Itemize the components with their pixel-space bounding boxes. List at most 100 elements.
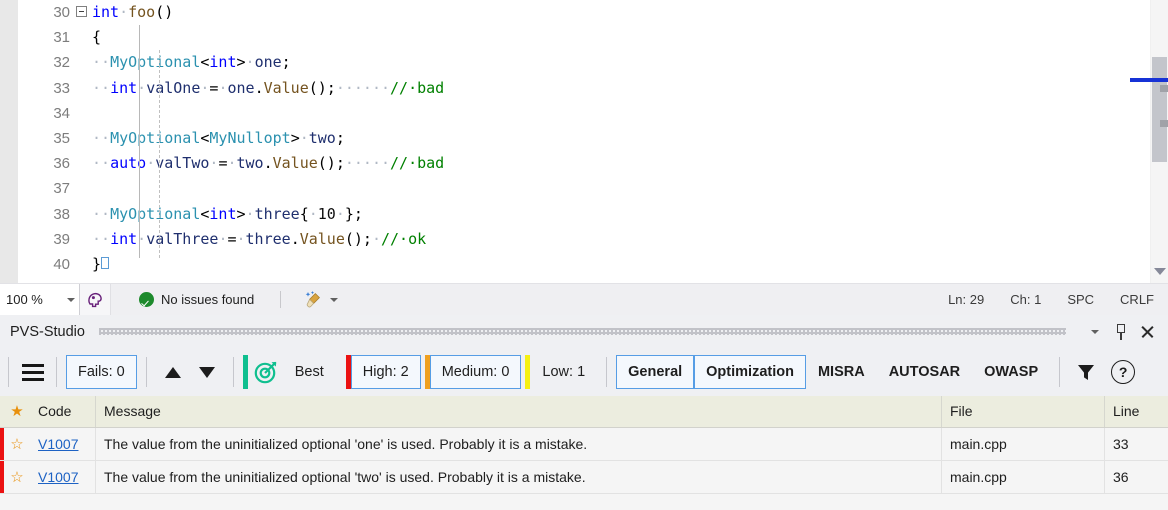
- diagnostic-code-link[interactable]: V1007: [38, 469, 78, 485]
- pvs-studio-panel: PVS-Studio Fails: 0: [0, 315, 1168, 510]
- code-text: ··MyOptional<int>·one;: [92, 53, 291, 71]
- editor-vertical-scrollbar[interactable]: [1150, 0, 1168, 283]
- row-line-cell[interactable]: 36: [1105, 461, 1165, 493]
- panel-pin-button[interactable]: [1108, 319, 1134, 345]
- row-file-cell[interactable]: main.cpp: [942, 428, 1105, 460]
- code-text: {: [92, 28, 101, 46]
- misra-filter-button[interactable]: MISRA: [806, 355, 877, 389]
- row-message-cell[interactable]: The value from the uninitialized optiona…: [96, 428, 942, 460]
- grid-header-file[interactable]: File: [942, 396, 1105, 427]
- title-bar-grip: [99, 328, 1066, 335]
- star-outline-icon[interactable]: ☆: [10, 437, 23, 452]
- status-bar-right: Ln: 29 Ch: 1 SPC CRLF: [948, 292, 1154, 307]
- code-line[interactable]: 30int·foo(): [18, 0, 1138, 25]
- editor-indicator-margin: [0, 0, 18, 283]
- autosar-filter-button[interactable]: AUTOSAR: [877, 355, 972, 389]
- help-icon[interactable]: ?: [1111, 360, 1135, 384]
- code-line[interactable]: 33··int·valOne·=·one.Value();······//·ba…: [18, 76, 1138, 101]
- line-number: 36: [18, 151, 70, 176]
- fails-button[interactable]: Fails: 0: [66, 355, 137, 389]
- star-icon[interactable]: ★: [10, 404, 23, 419]
- code-text: int·foo(): [92, 3, 173, 21]
- code-line[interactable]: 39··int·valThree·=·three.Value();·//·ok: [18, 227, 1138, 252]
- code-line[interactable]: 36··auto·valTwo·=·two.Value();·····//·ba…: [18, 151, 1138, 176]
- high-filter-button[interactable]: High: 2: [351, 355, 421, 389]
- low-filter-button[interactable]: Low: 1: [530, 355, 597, 389]
- chevron-down-icon[interactable]: [330, 298, 338, 302]
- line-number: 31: [18, 25, 70, 50]
- optimization-filter-button[interactable]: Optimization: [694, 355, 806, 389]
- panel-menu-button[interactable]: [1082, 319, 1108, 345]
- row-favorite-toggle[interactable]: ☆: [4, 461, 30, 493]
- grid-header-line[interactable]: Line: [1105, 396, 1165, 427]
- collapse-minus-icon[interactable]: [76, 6, 87, 17]
- row-code-cell[interactable]: V1007: [30, 461, 96, 493]
- line-number: 34: [18, 101, 70, 126]
- spaces-label[interactable]: SPC: [1067, 292, 1094, 307]
- caret-line-label: Ln: 29: [948, 292, 984, 307]
- table-row[interactable]: ☆ V1007 The value from the uninitialized o…: [0, 428, 1168, 461]
- zoom-level-selector[interactable]: 100 %: [0, 284, 80, 315]
- next-message-arrow-icon[interactable]: [199, 367, 215, 378]
- scrollbar-thumb[interactable]: [1152, 57, 1167, 162]
- line-ending-label[interactable]: CRLF: [1120, 292, 1154, 307]
- panel-close-button[interactable]: [1134, 319, 1160, 345]
- code-cleanup-control[interactable]: [303, 290, 338, 310]
- code-line[interactable]: 40}: [18, 252, 1138, 277]
- code-line[interactable]: 31 {: [18, 25, 1138, 50]
- toolbar-separator: [8, 357, 9, 387]
- brace-guide-line: [139, 25, 140, 258]
- collapse-margin[interactable]: [70, 0, 92, 25]
- chevron-down-icon[interactable]: [67, 298, 75, 302]
- code-line[interactable]: 37: [18, 176, 1138, 201]
- best-button[interactable]: Best: [283, 355, 336, 389]
- filter-button[interactable]: [1069, 359, 1103, 385]
- checkmark-circle-icon: [139, 292, 154, 307]
- medium-filter-button[interactable]: Medium: 0: [430, 355, 522, 389]
- pin-icon[interactable]: [1114, 324, 1128, 340]
- line-number: 33: [18, 76, 70, 101]
- pvs-panel-title-bar[interactable]: PVS-Studio: [0, 315, 1168, 348]
- row-message-cell[interactable]: The value from the uninitialized optiona…: [96, 461, 942, 493]
- target-icon: [253, 359, 279, 385]
- best-filter-group[interactable]: Best: [243, 355, 336, 389]
- line-number: 39: [18, 227, 70, 252]
- row-file-cell[interactable]: main.cpp: [942, 461, 1105, 493]
- diagnostic-code-link[interactable]: V1007: [38, 436, 78, 452]
- owasp-filter-button[interactable]: OWASP: [972, 355, 1050, 389]
- previous-message-arrow-icon[interactable]: [165, 367, 181, 378]
- messages-grid[interactable]: ★ Code Message File Line ☆ V1007 The value…: [0, 396, 1168, 510]
- high-filter-group[interactable]: High: 2: [346, 355, 421, 389]
- issues-status-label: No issues found: [161, 292, 254, 307]
- table-row[interactable]: ☆ V1007 The value from the uninitialized o…: [0, 461, 1168, 494]
- code-line[interactable]: 32··MyOptional<int>·one;: [18, 50, 1138, 75]
- code-line[interactable]: 35··MyOptional<MyNullopt>·two;: [18, 126, 1138, 151]
- low-filter-group[interactable]: Low: 1: [525, 355, 597, 389]
- general-filter-button[interactable]: General: [616, 355, 694, 389]
- intellisense-icon[interactable]: [80, 284, 111, 315]
- star-outline-icon[interactable]: ☆: [10, 470, 23, 485]
- application-window: 30int·foo()31{32··MyOptional<int>·one;33…: [0, 0, 1168, 510]
- chevron-down-icon[interactable]: [1091, 330, 1099, 334]
- help-button[interactable]: ?: [1103, 359, 1143, 385]
- editor-text-area[interactable]: 30int·foo()31 {32··MyOptional<int>·one;33…: [18, 0, 1138, 283]
- grid-header-favorite[interactable]: ★: [4, 396, 30, 427]
- code-text: ··MyOptional<int>·three{·10·};: [92, 205, 363, 223]
- code-line[interactable]: 34: [18, 101, 1138, 126]
- best-severity-bar: [243, 355, 248, 389]
- caret-column-label: Ch: 1: [1010, 292, 1041, 307]
- row-line-cell[interactable]: 33: [1105, 428, 1165, 460]
- row-favorite-toggle[interactable]: ☆: [4, 428, 30, 460]
- close-icon[interactable]: [1140, 324, 1155, 339]
- code-editor[interactable]: 30int·foo()31 {32··MyOptional<int>·one;33…: [0, 0, 1168, 283]
- grid-header-message[interactable]: Message: [96, 396, 942, 427]
- pvs-panel-title: PVS-Studio: [10, 324, 85, 340]
- medium-filter-group[interactable]: Medium: 0: [425, 355, 522, 389]
- menu-hamburger-icon[interactable]: [19, 358, 47, 386]
- scroll-down-arrow-icon[interactable]: [1154, 268, 1166, 275]
- row-code-cell[interactable]: V1007: [30, 428, 96, 460]
- grid-header-code[interactable]: Code: [30, 396, 96, 427]
- editor-status-bar: 100 % No issues found Ln: 29 Ch: 1: [0, 283, 1168, 315]
- pvs-toolbar[interactable]: Fails: 0 Best High: 2: [0, 348, 1168, 396]
- code-line[interactable]: 38··MyOptional<int>·three{·10·};: [18, 202, 1138, 227]
